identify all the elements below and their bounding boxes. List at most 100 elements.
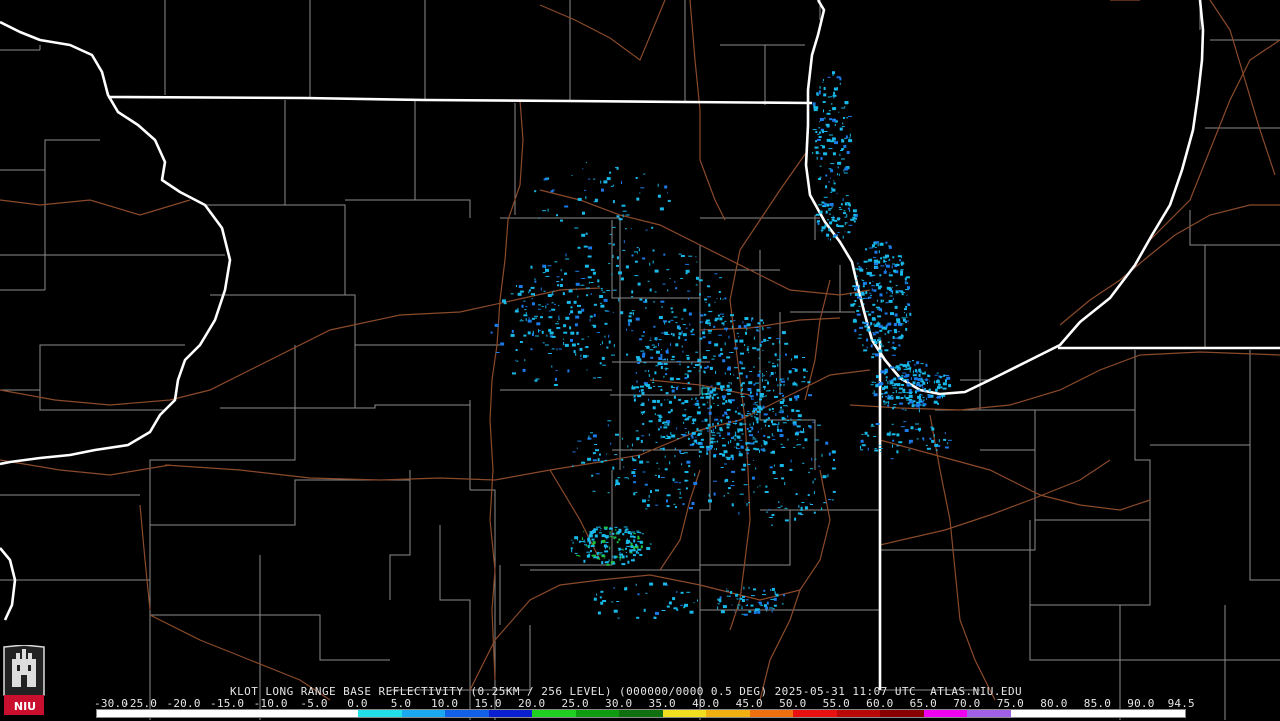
echo-pixel <box>900 397 904 399</box>
echo-pixel <box>840 150 843 151</box>
echo-pixel <box>712 428 714 432</box>
echo-pixel <box>684 400 689 403</box>
echo-pixel <box>909 366 912 368</box>
echo-pixel <box>793 381 795 385</box>
echo-pixel <box>649 288 652 292</box>
echo-pixel <box>795 398 798 401</box>
echo-pixel <box>738 372 743 375</box>
echo-pixel <box>674 481 679 483</box>
echo-pixel <box>532 330 534 334</box>
echo-pixel <box>572 465 574 468</box>
echo-pixel <box>642 352 646 356</box>
echo-pixel <box>650 490 652 494</box>
echo-pixel <box>683 421 685 424</box>
echo-pixel <box>873 339 876 342</box>
echo-pixel <box>868 313 872 316</box>
echo-pixel <box>794 355 798 359</box>
echo-pixel <box>664 185 668 189</box>
echo-pixel <box>830 187 833 189</box>
echo-pixel <box>890 366 894 369</box>
echo-pixel <box>819 176 822 178</box>
echo-pixel <box>828 180 830 183</box>
echo-pixel <box>781 603 784 605</box>
echo-pixel <box>836 76 841 79</box>
echo-pixel <box>831 137 836 141</box>
echo-pixel <box>601 561 604 565</box>
echo-pixel <box>574 552 578 554</box>
echo-pixel <box>719 600 722 603</box>
echo-pixel <box>695 256 697 258</box>
echo-pixel <box>720 313 724 315</box>
echo-pixel <box>635 430 639 432</box>
niu-logo: NIU <box>2 644 46 717</box>
echo-pixel <box>675 506 677 509</box>
echo-pixel <box>900 257 902 259</box>
echo-pixel <box>701 420 704 422</box>
echo-pixel <box>714 319 718 322</box>
echo-pixel <box>696 276 699 280</box>
echo-pixel <box>639 460 644 464</box>
echo-pixel <box>885 264 890 268</box>
echo-pixel <box>663 375 665 378</box>
echo-pixel <box>943 374 946 377</box>
echo-pixel <box>610 442 612 445</box>
echo-pixel <box>511 329 514 333</box>
echo-pixel <box>764 491 769 493</box>
echo-pixel <box>841 148 845 151</box>
echo-pixel <box>791 358 793 361</box>
echo-pixel <box>717 606 719 610</box>
echo-pixel <box>719 317 723 321</box>
echo-pixel <box>667 199 671 202</box>
echo-pixel <box>906 294 908 296</box>
echo-pixel <box>906 398 908 401</box>
echo-pixel <box>608 263 611 265</box>
echo-pixel <box>557 328 560 330</box>
echo-pixel <box>855 289 857 291</box>
echo-pixel <box>889 258 891 261</box>
echo-pixel <box>876 283 879 287</box>
echo-pixel <box>602 600 607 602</box>
echo-pixel <box>862 281 867 285</box>
echo-pixel <box>779 434 784 437</box>
echo-pixel <box>866 338 869 342</box>
echo-pixel <box>632 458 635 461</box>
echo-pixel <box>832 152 836 156</box>
echo-pixel <box>728 382 731 384</box>
echo-pixel <box>733 320 736 322</box>
echo-pixel <box>547 208 549 212</box>
echo-pixel <box>609 531 611 534</box>
echo-pixel <box>704 418 708 422</box>
echo-pixel <box>625 555 628 558</box>
echo-pixel <box>599 596 602 599</box>
echo-pixel <box>872 353 875 355</box>
echo-pixel <box>637 282 641 286</box>
echo-pixel <box>922 396 925 398</box>
echo-pixel <box>930 426 934 428</box>
echo-pixel <box>746 323 751 327</box>
echo-pixel <box>742 321 744 324</box>
echo-pixel <box>900 334 904 338</box>
colorbar-segment <box>401 710 446 717</box>
echo-pixel <box>691 398 693 400</box>
echo-pixel <box>622 214 624 218</box>
echo-pixel <box>746 348 749 352</box>
echo-pixel <box>512 372 516 375</box>
echo-pixel <box>695 398 697 400</box>
echo-pixel <box>778 340 780 344</box>
echo-pixel <box>880 370 885 374</box>
echo-pixel <box>684 471 689 473</box>
echo-pixel <box>719 277 723 279</box>
echo-pixel <box>837 217 841 221</box>
echo-pixel <box>633 394 636 398</box>
echo-pixel <box>712 393 716 396</box>
echo-pixel <box>916 370 918 374</box>
echo-pixel <box>704 314 707 316</box>
echo-pixel <box>773 464 775 467</box>
echo-pixel <box>796 444 798 446</box>
echo-pixel <box>734 434 737 437</box>
echo-pixel <box>633 533 637 535</box>
echo-pixel <box>761 445 763 447</box>
echo-pixel <box>848 137 851 139</box>
echo-pixel <box>829 213 831 215</box>
echo-pixel <box>777 507 781 509</box>
